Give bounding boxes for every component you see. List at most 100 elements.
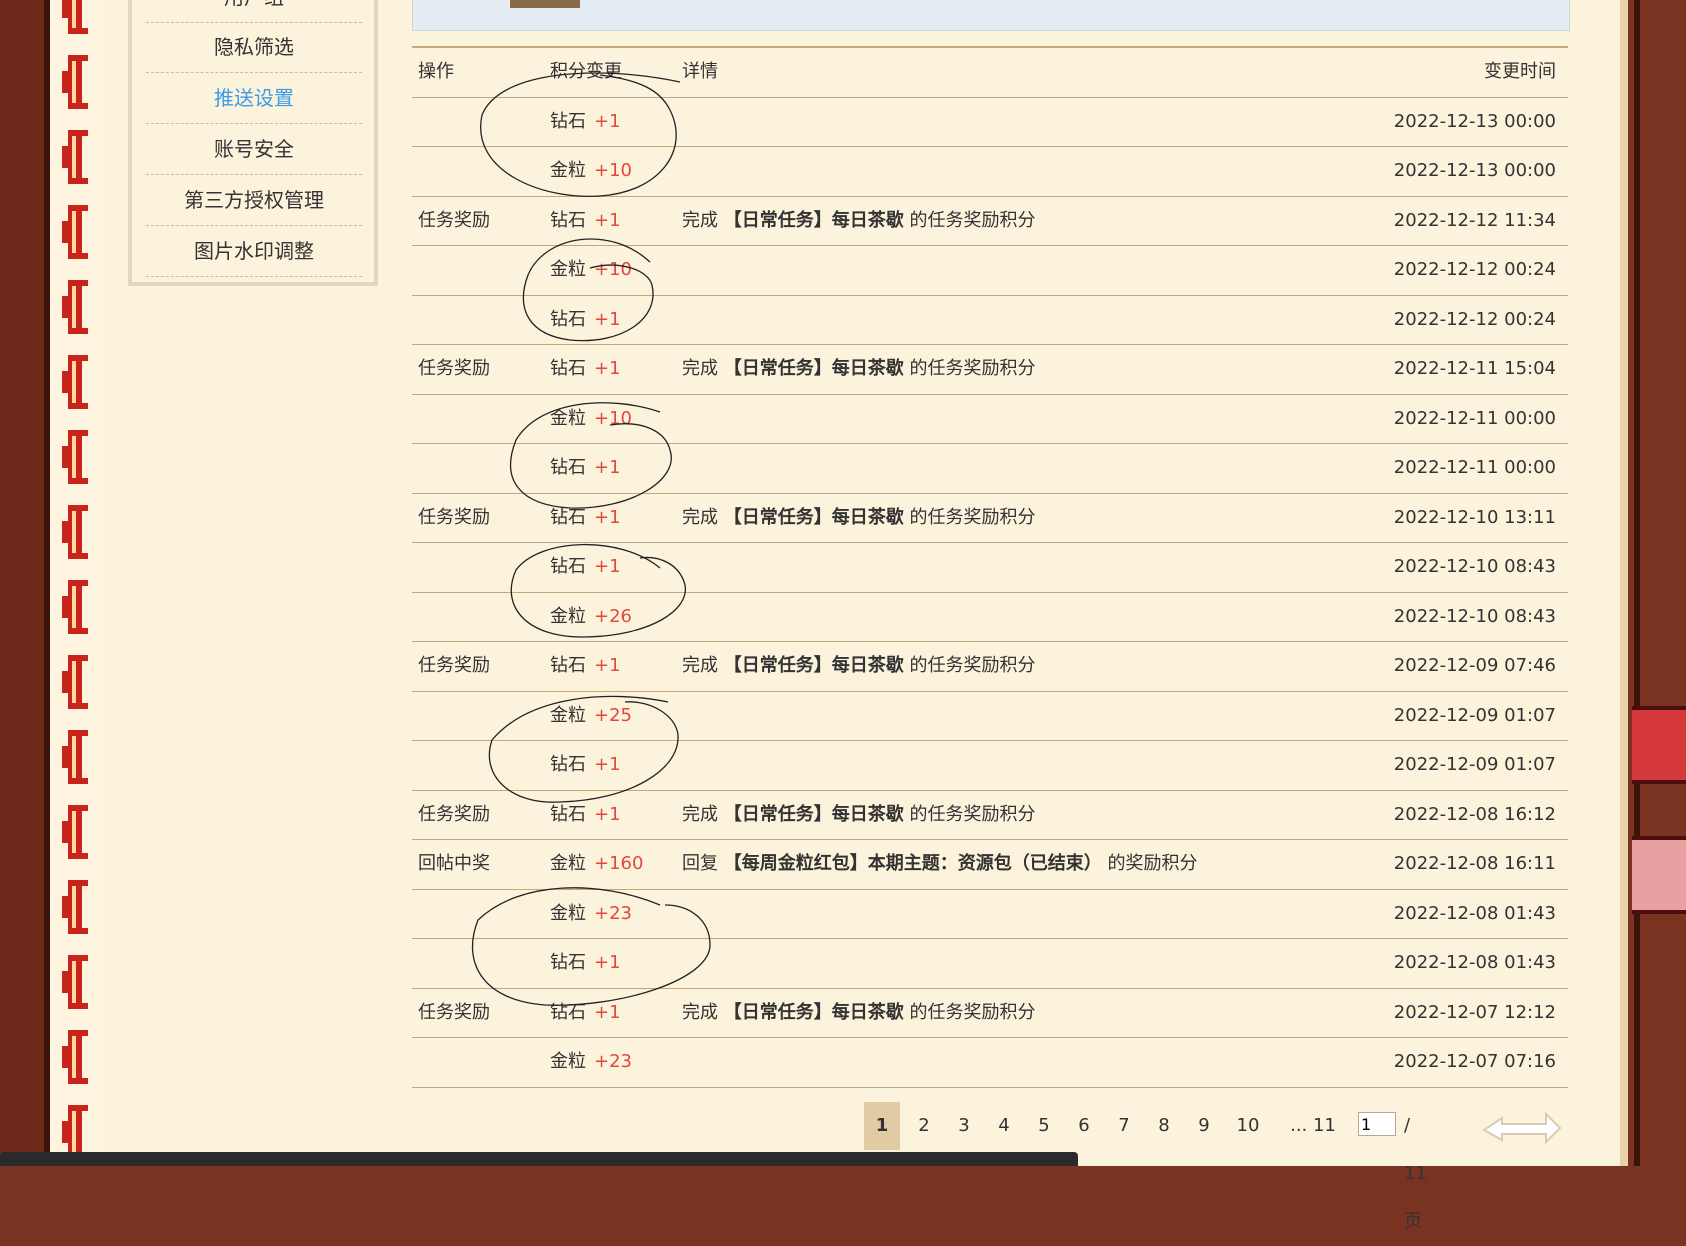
side-float-button[interactable] <box>1632 706 1686 784</box>
points-value: +1 <box>594 556 621 577</box>
points-type: 金粒 <box>550 1051 586 1072</box>
page-link[interactable]: 6 <box>1066 1102 1102 1150</box>
header-points: 积分变更 <box>550 61 622 82</box>
detail-suffix: 的任务奖励积分 <box>903 655 1036 676</box>
points-type: 金粒 <box>550 605 586 627</box>
points-type: 钻石 <box>550 952 586 973</box>
filter-submit-button[interactable] <box>510 0 580 8</box>
points-log-table: 操作 积分变更 详情 变更时间 钻石 +1 2022-12-13 00:00 金粒 +1… <box>412 46 1568 1088</box>
detail-prefix: 完成 <box>682 506 724 528</box>
decor-bracket <box>58 355 92 409</box>
points-type: 金粒 <box>550 259 586 280</box>
table-row: 任务奖励 钻石 +1 完成 【日常任务】每日茶歇 的任务奖励积分 2022-12-10 … <box>412 494 1568 543</box>
table-row: 金粒 +10 2022-12-12 00:24 <box>412 246 1568 296</box>
page-link[interactable]: 10 <box>1226 1102 1270 1150</box>
points-value: +1 <box>594 803 621 825</box>
page-total: / 11 页 <box>1404 1115 1427 1232</box>
points-type: 钻石 <box>550 803 586 825</box>
points-value: +10 <box>594 407 632 429</box>
sidebar-item-watermark[interactable]: 图片水印调整 <box>146 226 362 277</box>
page-link[interactable]: 7 <box>1106 1102 1142 1150</box>
row-points: 金粒 +10 <box>550 246 632 294</box>
decor-bracket <box>58 430 92 484</box>
points-type: 钻石 <box>550 754 586 775</box>
table-row: 钻石 +1 2022-12-11 00:00 <box>412 444 1568 494</box>
row-points: 金粒 +10 <box>550 147 632 195</box>
table-header: 操作 积分变更 详情 变更时间 <box>412 48 1568 98</box>
detail-prefix: 完成 <box>682 358 724 379</box>
table-row: 任务奖励 钻石 +1 完成 【日常任务】每日茶歇 的任务奖励积分 2022-12-07 … <box>412 989 1568 1038</box>
decorative-border <box>50 0 102 1166</box>
row-detail: 完成 【日常任务】每日茶歇 的任务奖励积分 <box>682 345 1035 393</box>
points-type: 钻石 <box>550 358 586 379</box>
row-op: 任务奖励 <box>418 1001 490 1023</box>
decor-bracket <box>58 505 92 559</box>
decor-bracket <box>58 1030 92 1084</box>
row-time: 2022-12-13 00:00 <box>1393 110 1556 132</box>
row-detail: 完成 【日常任务】每日茶歇 的任务奖励积分 <box>682 197 1035 245</box>
detail-link[interactable]: 【每周金粒红包】本期主题：资源包（已结束） <box>724 853 1102 874</box>
decor-bracket <box>58 805 92 859</box>
detail-link[interactable]: 【日常任务】每日茶歇 <box>724 655 904 676</box>
taskbar-edge <box>0 1152 1078 1166</box>
header-time: 变更时间 <box>1484 61 1556 82</box>
row-time: 2022-12-13 00:00 <box>1393 160 1556 181</box>
row-time: 2022-12-12 00:24 <box>1393 308 1556 330</box>
page-current[interactable]: 1 <box>864 1102 900 1150</box>
sidebar-item-usergroup[interactable]: 用户组 <box>146 0 362 23</box>
page-link[interactable]: 5 <box>1026 1102 1062 1150</box>
header-detail: 详情 <box>682 61 718 82</box>
decor-bracket <box>58 880 92 934</box>
row-points: 金粒 +26 <box>550 593 632 641</box>
row-points: 钻石 +1 <box>550 939 621 987</box>
row-points: 钻石 +1 <box>550 444 621 492</box>
sidebar-item-security[interactable]: 账号安全 <box>146 124 362 175</box>
points-type: 钻石 <box>550 556 586 577</box>
page-link[interactable]: 3 <box>946 1102 982 1150</box>
table-row: 任务奖励 钻石 +1 完成 【日常任务】每日茶歇 的任务奖励积分 2022-12-12 … <box>412 197 1568 246</box>
table-row: 回帖中奖 金粒 +160 回复 【每周金粒红包】本期主题：资源包（已结束） 的奖励积分… <box>412 840 1568 890</box>
detail-suffix: 的任务奖励积分 <box>903 1001 1036 1023</box>
sidebar-item-push[interactable]: 推送设置 <box>146 73 362 124</box>
row-points: 金粒 +23 <box>550 890 632 938</box>
next-page-arrow-icon[interactable] <box>1480 1104 1564 1152</box>
page-link[interactable]: 4 <box>986 1102 1022 1150</box>
row-points: 钻石 +1 <box>550 197 621 245</box>
row-op: 任务奖励 <box>418 655 490 676</box>
row-points: 钻石 +1 <box>550 296 621 344</box>
page-link[interactable]: 2 <box>906 1102 942 1150</box>
detail-link[interactable]: 【日常任务】每日茶歇 <box>724 804 904 825</box>
row-points: 金粒 +23 <box>550 1038 632 1086</box>
points-value: +25 <box>594 704 632 726</box>
sidebar-item-oauth[interactable]: 第三方授权管理 <box>146 175 362 226</box>
detail-link[interactable]: 【日常任务】每日茶歇 <box>724 507 904 528</box>
points-value: +10 <box>594 259 632 280</box>
decor-bracket <box>58 280 92 334</box>
detail-prefix: 完成 <box>682 209 724 231</box>
page-link[interactable]: 9 <box>1186 1102 1222 1150</box>
page-last-link[interactable]: ... 11 <box>1282 1102 1344 1150</box>
side-float-button-2[interactable] <box>1632 836 1686 914</box>
row-detail: 完成 【日常任务】每日茶歇 的任务奖励积分 <box>682 989 1035 1037</box>
points-value: +160 <box>594 853 644 874</box>
points-value: +1 <box>594 506 621 528</box>
sidebar-item-privacy[interactable]: 隐私筛选 <box>146 22 362 73</box>
row-detail: 完成 【日常任务】每日茶歇 的任务奖励积分 <box>682 791 1035 839</box>
page-jump-input[interactable] <box>1358 1112 1396 1136</box>
row-time: 2022-12-08 16:12 <box>1393 803 1556 825</box>
points-value: +23 <box>594 1051 632 1072</box>
row-time: 2022-12-08 16:11 <box>1393 853 1556 874</box>
points-value: +26 <box>594 605 632 627</box>
detail-link[interactable]: 【日常任务】每日茶歇 <box>724 210 904 231</box>
row-time: 2022-12-09 01:07 <box>1393 754 1556 775</box>
table-row: 金粒 +25 2022-12-09 01:07 <box>412 692 1568 741</box>
detail-link[interactable]: 【日常任务】每日茶歇 <box>724 1002 904 1023</box>
points-type: 钻石 <box>550 506 586 528</box>
page-link[interactable]: 8 <box>1146 1102 1182 1150</box>
row-time: 2022-12-11 00:00 <box>1393 407 1556 429</box>
points-value: +1 <box>594 209 621 231</box>
detail-link[interactable]: 【日常任务】每日茶歇 <box>724 358 904 379</box>
row-time: 2022-12-10 08:43 <box>1393 605 1556 627</box>
detail-suffix: 的任务奖励积分 <box>903 358 1036 379</box>
table-row: 金粒 +10 2022-12-11 00:00 <box>412 395 1568 444</box>
